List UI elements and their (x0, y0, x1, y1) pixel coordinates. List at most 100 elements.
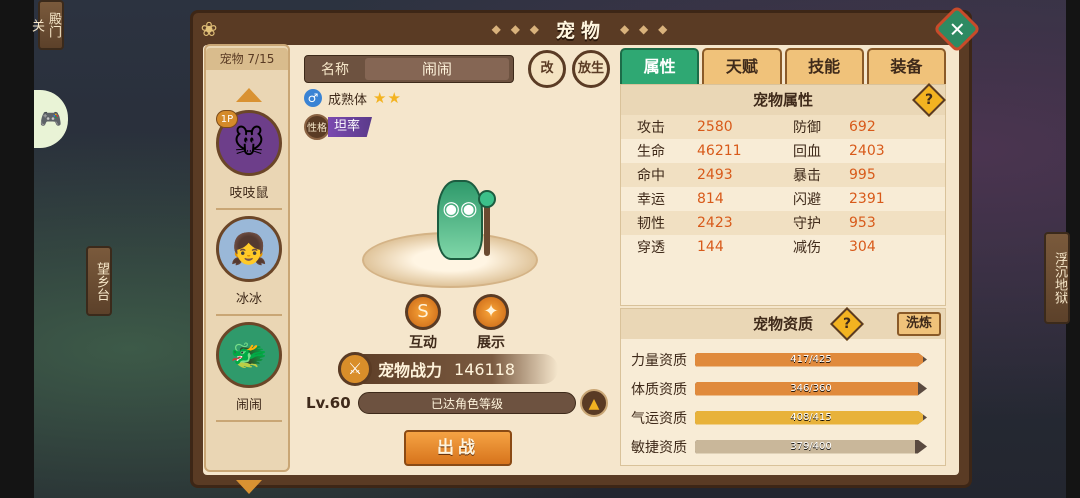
attr-row: 穿透 144 减伤 304 (621, 235, 945, 259)
scroll-up-arrow-icon[interactable] (236, 88, 262, 102)
green-dragon-avatar-icon: 🐲 (216, 322, 282, 388)
attr-value: 2423 (697, 215, 733, 231)
detail-tabs: 属性 天赋 技能 装备 (620, 48, 946, 84)
close-icon: ✕ (948, 16, 966, 41)
window-title: 宠物 (555, 19, 606, 42)
attr-value: 995 (849, 167, 876, 183)
aptitude-bar: 379/400 (695, 439, 927, 454)
aptitude-name: 力量资质 (631, 352, 687, 369)
pet-name: 冰冰 (235, 292, 262, 307)
level-row: Lv.60 已达角色等级 ▲ (306, 389, 608, 417)
help-icon[interactable]: ? (830, 307, 864, 341)
power-label: 宠物战力 (378, 361, 443, 380)
deploy-button[interactable]: 出战 (404, 430, 512, 466)
male-gender-icon: ♂ (304, 89, 322, 107)
pet-power-bar: ⚔ 宠物战力 146118 (338, 352, 558, 386)
aptitude-row: 力量资质 417/425 (621, 345, 945, 374)
pet-list-item[interactable]: 👧 冰冰 (214, 216, 284, 316)
corner-ornament-icon: ❀ (200, 17, 218, 41)
aptitude-name: 气运资质 (631, 410, 687, 427)
pet-count: 宠物 7/15 (206, 48, 288, 70)
list-divider (216, 208, 282, 210)
showcase-label: 展示 (477, 335, 505, 351)
ice-girl-avatar-icon: 👧 (216, 216, 282, 282)
map-sign-left[interactable]: 望乡台 (86, 246, 112, 316)
aptitude-name: 体质资质 (631, 381, 687, 398)
growth-stage: 成熟体 (328, 92, 368, 108)
attr-value: 2403 (849, 143, 885, 159)
attr-row: 生命 46211 回血 2403 (621, 139, 945, 163)
aptitude-value: 379/400 (790, 440, 832, 452)
sword-icon: ⚔ (338, 352, 372, 386)
power-value: 146118 (454, 359, 516, 379)
aptitude-row: 气运资质 408/415 (621, 403, 945, 432)
release-button[interactable]: 放生 (572, 50, 610, 88)
tab-equipment[interactable]: 装备 (866, 48, 946, 84)
help-icon[interactable]: ? (912, 83, 946, 117)
level-up-icon[interactable]: ▲ (580, 389, 608, 417)
refine-button[interactable]: 洗炼 (897, 312, 941, 336)
interact-label: 互动 (409, 335, 437, 351)
pet-name: 闹闹 (235, 398, 262, 413)
name-label: 名称 (321, 62, 349, 78)
trait-row: 性格 坦率 (304, 114, 373, 140)
attr-value: 2580 (697, 119, 733, 135)
attr-name: 减伤 (793, 240, 821, 256)
attr-name: 回血 (793, 144, 821, 160)
showcase-button[interactable]: ✦ 展示 (466, 294, 516, 352)
attr-name: 防御 (793, 120, 821, 136)
tab-attributes[interactable]: 属性 (620, 48, 700, 84)
tab-talent[interactable]: 天赋 (702, 48, 782, 84)
interact-button[interactable]: S 互动 (398, 294, 448, 352)
attr-name: 命中 (637, 168, 665, 184)
aptitude-value: 346/360 (790, 382, 832, 394)
screen-edge-left (0, 0, 34, 498)
attr-row: 幸运 814 闪避 2391 (621, 187, 945, 211)
rename-button[interactable]: 改 (528, 50, 566, 88)
attr-name: 攻击 (637, 120, 665, 136)
aptitude-title: 宠物资质 (752, 315, 813, 333)
slot-badge: 1P (216, 110, 238, 128)
interact-icon: S (405, 294, 441, 330)
star-rating: ★★ (373, 89, 402, 107)
window-titlebar: ◆ ◆ ◆ 宠物 ◆ ◆ ◆ (193, 13, 969, 45)
attr-name: 生命 (637, 144, 665, 160)
attr-value: 304 (849, 239, 876, 255)
level-status-bar: 已达角色等级 (358, 392, 576, 414)
list-divider (216, 420, 282, 422)
personality-tag: 坦率 (328, 117, 373, 137)
pet-list-item[interactable]: 1P 🐭 吱吱鼠 (214, 110, 284, 210)
pet-name-box: 名称 闹闹 (304, 55, 514, 83)
pet-name: 吱吱鼠 (229, 186, 269, 201)
personality-icon: 性格 (304, 114, 330, 140)
staff-orb-icon (478, 190, 496, 208)
aptitude-value: 417/425 (790, 353, 832, 365)
aptitude-value: 408/415 (790, 411, 832, 423)
showcase-icon: ✦ (473, 294, 509, 330)
scroll-down-arrow-icon[interactable] (236, 480, 262, 494)
attributes-header: 宠物属性 ? (621, 83, 946, 117)
attr-value: 814 (697, 191, 724, 207)
title-deco-left-icon: ◆ ◆ ◆ (491, 22, 542, 36)
aptitude-list: 力量资质 417/425 体质资质 346/360 气运资质 408/415 敏… (621, 339, 945, 461)
list-divider (216, 314, 282, 316)
attr-name: 守护 (793, 216, 821, 232)
aptitude-header: 宠物资质 ? 洗炼 (621, 307, 945, 341)
aptitude-row: 敏捷资质 379/400 (621, 432, 945, 461)
aptitude-bar: 408/415 (695, 410, 927, 425)
attr-name: 幸运 (637, 192, 665, 208)
pet-list-item-selected[interactable]: 🐲 闹闹 (214, 322, 284, 422)
aptitude-row: 体质资质 346/360 (621, 374, 945, 403)
aptitude-panel: 宠物资质 ? 洗炼 力量资质 417/425 体质资质 346/360 气运资质… (620, 307, 946, 466)
tab-skills[interactable]: 技能 (784, 48, 864, 84)
map-sign-top-left[interactable]: 殿门关 (29, 0, 64, 50)
title-deco-right-icon: ◆ ◆ ◆ (620, 22, 671, 36)
pet-list: 宠物 7/15 1P 🐭 吱吱鼠 👧 冰冰 🐲 闹闹 (204, 44, 290, 494)
attr-name: 闪避 (793, 192, 821, 208)
attr-value: 2391 (849, 191, 885, 207)
attr-row: 韧性 2423 守护 953 (621, 211, 945, 235)
aptitude-bar: 417/425 (695, 352, 927, 367)
map-sign-right[interactable]: 浮沉地狱 (1044, 232, 1070, 324)
attributes-title: 宠物属性 (752, 91, 813, 109)
attr-name: 暴击 (793, 168, 821, 184)
